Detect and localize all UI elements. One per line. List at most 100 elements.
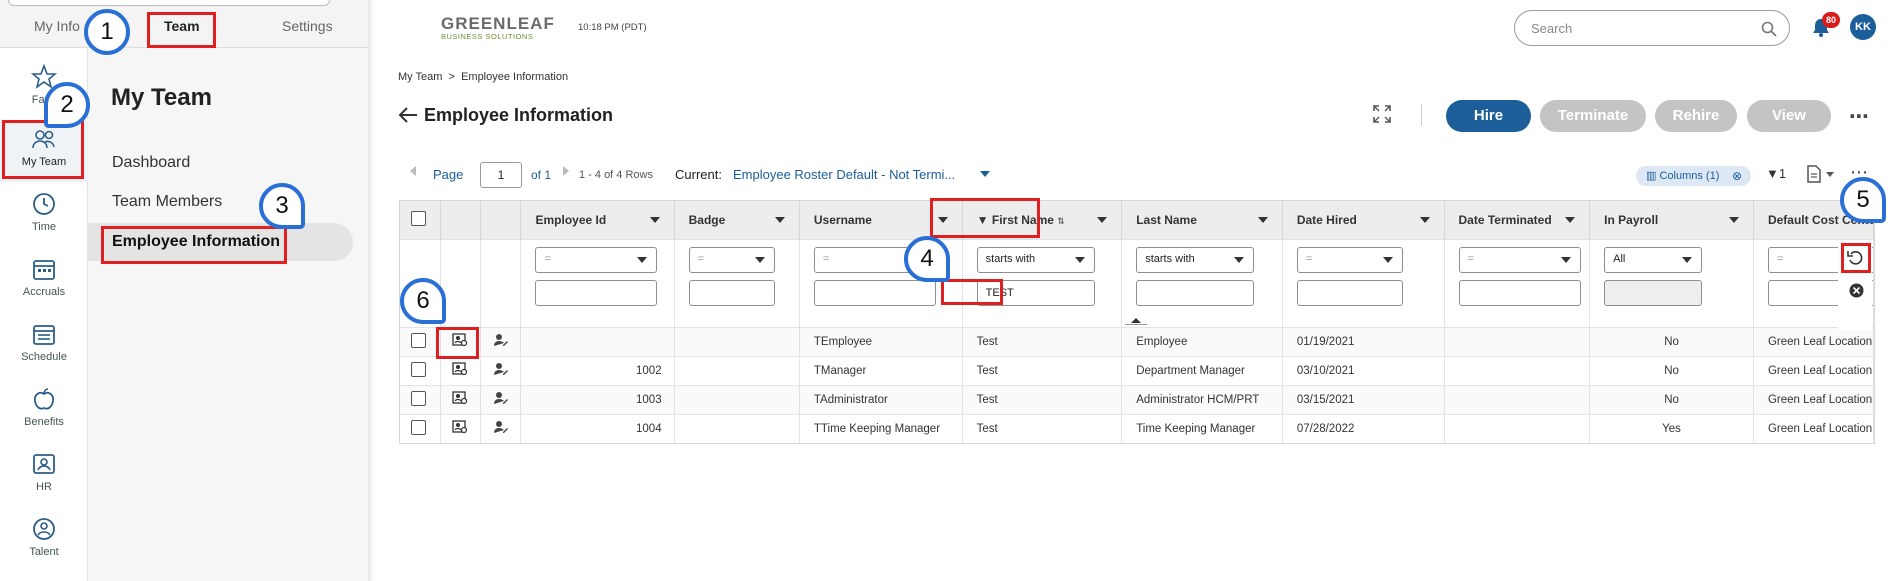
search-box[interactable]: Search: [1514, 10, 1790, 46]
hr-icon: [33, 454, 55, 474]
panel-shadow: [368, 0, 374, 581]
table-row[interactable]: TEmployee Test Employee 01/19/2021 No Gr…: [400, 326, 1875, 356]
page-number-input[interactable]: 1: [480, 162, 522, 188]
column-menu-icon[interactable]: [774, 217, 785, 223]
view-button[interactable]: View: [1747, 100, 1831, 132]
tab-settings[interactable]: Settings: [282, 18, 333, 34]
table-row[interactable]: 1003 TAdministrator Test Administrator H…: [400, 384, 1875, 414]
view-profile-icon[interactable]: [452, 391, 468, 405]
cell-first-name: Test: [962, 384, 1123, 414]
edit-employee-cell: [480, 355, 522, 385]
row-checkbox[interactable]: [411, 419, 426, 435]
clock-icon: [33, 193, 55, 215]
header-spacer: [440, 201, 481, 239]
view-selector[interactable]: Employee Roster Default - Not Termi...: [733, 167, 955, 182]
back-arrow-icon[interactable]: [398, 106, 418, 124]
cell-username: TAdministrator: [799, 384, 963, 414]
expand-icon[interactable]: [1373, 105, 1391, 123]
filter-value-input[interactable]: [535, 279, 658, 306]
filter-operator-select[interactable]: =: [688, 246, 775, 273]
filter-indicator[interactable]: ▼1: [1766, 166, 1786, 181]
select-all-checkbox[interactable]: [411, 210, 426, 226]
hire-button[interactable]: Hire: [1446, 100, 1531, 132]
row-checkbox[interactable]: [411, 390, 426, 406]
tab-my-info[interactable]: My Info: [34, 18, 80, 34]
column-menu-icon[interactable]: [1097, 217, 1108, 223]
filter-operator-select[interactable]: =: [535, 246, 658, 273]
filter-operator-select[interactable]: =: [1296, 246, 1403, 273]
column-menu-icon[interactable]: [649, 217, 660, 223]
terminate-button[interactable]: Terminate: [1540, 100, 1646, 132]
search-icon[interactable]: [1761, 21, 1777, 37]
column-menu-icon[interactable]: [1728, 217, 1739, 223]
cell-badge: [674, 413, 800, 443]
column-menu-icon[interactable]: [1257, 217, 1268, 223]
close-chip-icon[interactable]: ⊗: [1732, 166, 1742, 186]
view-profile-icon[interactable]: [452, 362, 468, 376]
col-last-name[interactable]: Last Name: [1121, 201, 1283, 239]
export-icon[interactable]: [1806, 165, 1822, 183]
more-actions-icon[interactable]: ⋯: [1849, 104, 1870, 129]
col-date-terminated[interactable]: Date Terminated: [1444, 201, 1591, 239]
company-logo: GREENLEAF BUSINESS SOLUTIONS: [441, 14, 555, 41]
subnav-item-team-members[interactable]: Team Members: [112, 193, 222, 211]
filter-value-input[interactable]: [1604, 279, 1703, 306]
edit-employee-icon[interactable]: [493, 391, 509, 405]
col-in-payroll[interactable]: In Payroll: [1589, 201, 1754, 239]
filter-operator-select[interactable]: All: [1604, 246, 1703, 273]
breadcrumb[interactable]: My Team > Employee Information: [398, 71, 568, 83]
column-menu-icon[interactable]: [1419, 217, 1430, 223]
cell-username: TManager: [799, 355, 963, 385]
export-dropdown-icon[interactable]: [1826, 172, 1834, 177]
secondary-nav: My Team Dashboard Team Members Employee …: [88, 48, 368, 581]
table-row[interactable]: 1002 TManager Test Department Manager 03…: [400, 355, 1875, 385]
clear-filters-icon[interactable]: [1849, 283, 1864, 298]
search-input[interactable]: Search: [1531, 21, 1572, 36]
rehire-button[interactable]: Rehire: [1655, 100, 1737, 132]
edit-employee-icon[interactable]: [493, 362, 509, 376]
edit-employee-icon[interactable]: [493, 333, 509, 347]
page-title: Employee Information: [424, 105, 614, 125]
filter-value-input[interactable]: [1136, 279, 1255, 306]
filter-operator-select[interactable]: starts with: [976, 246, 1095, 273]
prev-page-icon[interactable]: [410, 166, 416, 176]
filter-operator-select[interactable]: starts with: [1136, 246, 1255, 273]
col-label: Employee Id: [535, 212, 607, 227]
view-profile-cell: [440, 413, 481, 443]
highlight-team-tab: [147, 12, 216, 48]
page-label: Page: [433, 167, 464, 182]
subnav-item-dashboard[interactable]: Dashboard: [112, 154, 190, 172]
row-checkbox[interactable]: [411, 332, 426, 348]
calendar-icon: [33, 260, 55, 280]
columns-chip[interactable]: ▥ Columns (1) ⊗: [1636, 166, 1751, 186]
filter-value-input[interactable]: [1458, 279, 1581, 306]
edit-employee-icon[interactable]: [493, 420, 509, 434]
next-page-icon[interactable]: [563, 166, 569, 176]
col-employee-id[interactable]: Employee Id: [520, 201, 675, 239]
table-row[interactable]: 1004 TTime Keeping Manager Test Time Kee…: [400, 413, 1875, 443]
sort-icon[interactable]: ⇅: [1057, 216, 1065, 226]
rail-item-schedule[interactable]: Schedule: [0, 315, 88, 377]
row-checkbox[interactable]: [411, 361, 426, 377]
view-profile-icon[interactable]: [452, 420, 468, 434]
filter-value-input[interactable]: [813, 279, 936, 306]
col-badge[interactable]: Badge: [674, 201, 800, 239]
rail-item-hr[interactable]: HR: [0, 445, 88, 507]
rail-item-time[interactable]: Time: [0, 185, 88, 247]
filter-collapse-handle[interactable]: [1125, 318, 1147, 327]
columns-chip-label: Columns (1): [1659, 170, 1720, 182]
rail-item-talent[interactable]: Talent: [0, 510, 88, 572]
col-date-hired[interactable]: Date Hired: [1282, 201, 1445, 239]
filter-operator-select[interactable]: =: [1458, 246, 1581, 273]
column-menu-icon[interactable]: [1565, 217, 1576, 223]
filter-value-input[interactable]: [688, 279, 775, 306]
avatar[interactable]: KK: [1850, 14, 1876, 40]
rail-item-benefits[interactable]: Benefits: [0, 380, 88, 442]
rail-item-accruals[interactable]: Accruals: [0, 250, 88, 312]
filter-operator: =: [1776, 252, 1784, 265]
filter-value-input[interactable]: [1296, 279, 1403, 306]
cell-username: TTime Keeping Manager: [799, 413, 963, 443]
chevron-down-icon[interactable]: [980, 171, 990, 177]
notification-badge: 80: [1822, 12, 1840, 28]
callout-1: 1: [84, 9, 130, 55]
